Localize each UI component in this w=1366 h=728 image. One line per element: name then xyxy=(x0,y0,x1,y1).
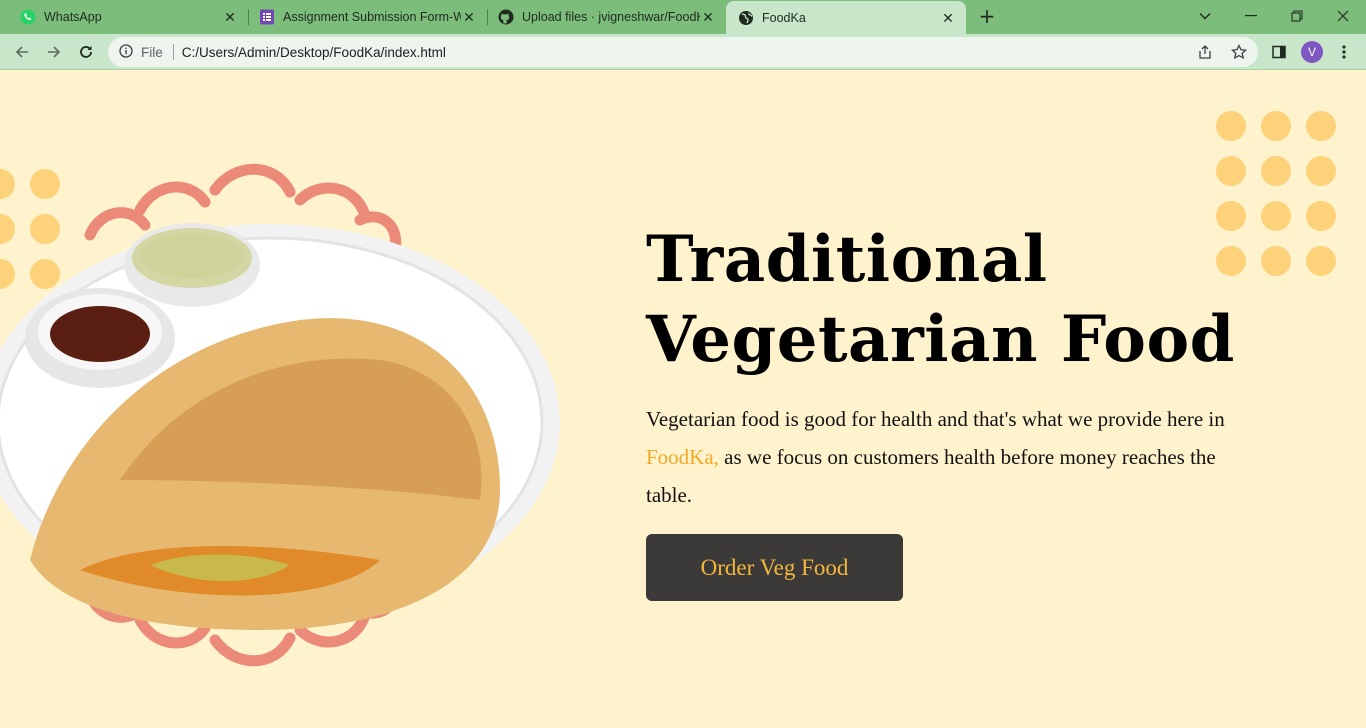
tab-search-button[interactable] xyxy=(1182,0,1228,32)
whatsapp-icon xyxy=(20,9,36,25)
info-icon[interactable] xyxy=(119,43,133,61)
close-icon xyxy=(1337,10,1349,22)
brand-highlight: FoodKa, xyxy=(646,445,719,469)
browser-toolbar: File C:/Users/Admin/Desktop/FoodKa/index… xyxy=(0,34,1366,70)
url-text[interactable]: C:/Users/Admin/Desktop/FoodKa/index.html xyxy=(182,45,446,60)
scheme-label: File xyxy=(141,44,163,60)
kebab-menu-icon xyxy=(1342,45,1346,59)
google-forms-icon xyxy=(259,9,275,25)
share-icon xyxy=(1199,45,1211,59)
dosa-plate-image xyxy=(0,163,560,667)
headline-line-2: Vegetarian Food xyxy=(646,302,1235,377)
tab-assignment-form[interactable]: Assignment Submission Form-W ✕ xyxy=(249,0,487,34)
restore-button[interactable] xyxy=(1274,0,1320,32)
side-panel-button[interactable] xyxy=(1267,40,1291,64)
profile-avatar[interactable]: V xyxy=(1301,41,1323,63)
close-tab-icon[interactable]: ✕ xyxy=(700,9,716,25)
address-bar[interactable]: File C:/Users/Admin/Desktop/FoodKa/index… xyxy=(108,37,1258,67)
tab-github-upload[interactable]: Upload files · jvigneshwar/FoodKa ✕ xyxy=(488,0,726,34)
reload-button[interactable] xyxy=(74,40,98,64)
headline-line-1: Traditional xyxy=(646,222,1048,297)
order-veg-food-button[interactable]: Order Veg Food xyxy=(646,534,903,601)
close-tab-icon[interactable]: ✕ xyxy=(461,9,477,25)
bookmark-button[interactable] xyxy=(1228,41,1250,63)
description-text-end: as we focus on customers health before m… xyxy=(646,445,1216,507)
tab-whatsapp[interactable]: WhatsApp ✕ xyxy=(0,0,248,34)
tab-title: Upload files · jvigneshwar/FoodKa xyxy=(522,10,700,24)
reload-icon xyxy=(80,46,92,58)
tab-title: WhatsApp xyxy=(44,10,102,24)
side-panel-icon xyxy=(1272,45,1286,59)
arrow-left-icon xyxy=(15,46,28,58)
minimize-icon xyxy=(1245,15,1257,17)
menu-button[interactable] xyxy=(1332,40,1356,64)
close-window-button[interactable] xyxy=(1320,0,1366,32)
description-text: Vegetarian food is good for health and t… xyxy=(646,407,1225,431)
hero-description: Vegetarian food is good for health and t… xyxy=(646,400,1226,514)
restore-icon xyxy=(1291,10,1303,22)
chevron-down-icon xyxy=(1199,13,1211,20)
new-tab-button[interactable]: + xyxy=(976,5,998,27)
tab-foodka[interactable]: FoodKa ✕ xyxy=(726,1,966,34)
github-icon xyxy=(498,9,514,25)
arrow-right-icon xyxy=(48,46,61,58)
hero-section: Traditional Vegetarian Food Vegetarian f… xyxy=(646,220,1246,601)
forward-button[interactable] xyxy=(42,40,66,64)
hero-headline: Traditional Vegetarian Food xyxy=(646,220,1246,380)
minimize-button[interactable] xyxy=(1228,0,1274,32)
tab-title: Assignment Submission Form-W xyxy=(283,10,461,24)
tab-title: FoodKa xyxy=(762,10,806,25)
tab-strip: WhatsApp ✕ Assignment Submission Form-W … xyxy=(0,0,1366,34)
page-viewport: Traditional Vegetarian Food Vegetarian f… xyxy=(0,70,1366,728)
share-button[interactable] xyxy=(1194,41,1216,63)
back-button[interactable] xyxy=(10,40,34,64)
star-icon xyxy=(1231,44,1247,60)
globe-icon xyxy=(738,10,754,26)
address-divider xyxy=(172,44,174,60)
close-tab-icon[interactable]: ✕ xyxy=(940,10,956,26)
close-tab-icon[interactable]: ✕ xyxy=(222,9,238,25)
